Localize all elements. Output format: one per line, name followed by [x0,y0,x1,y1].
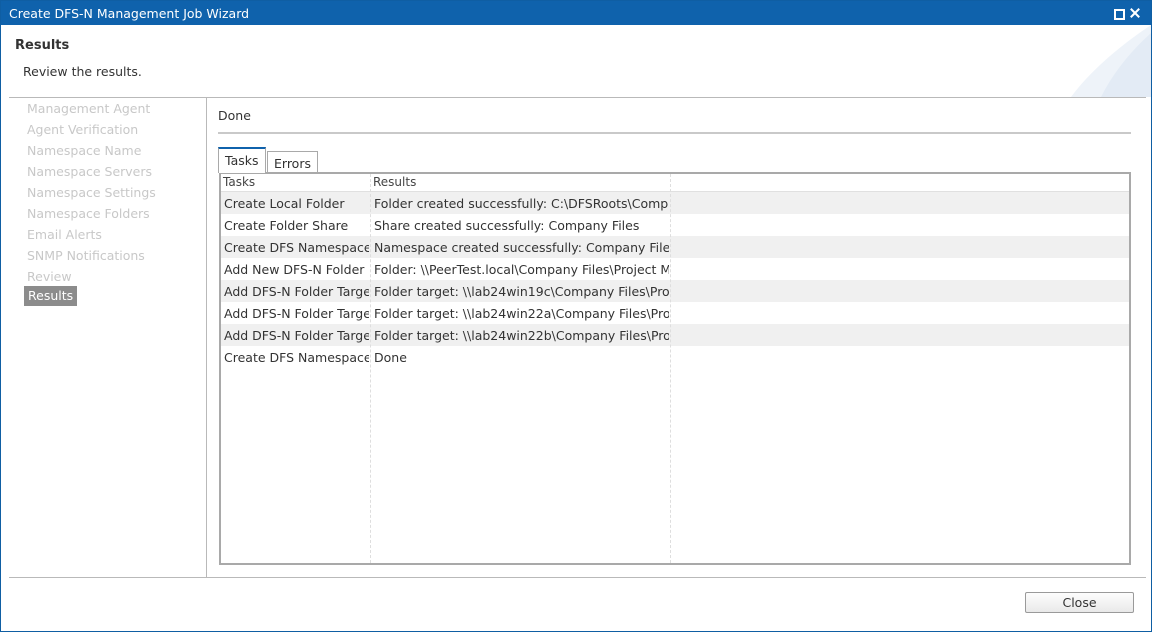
task-cell: Add DFS-N Folder Target [224,284,369,299]
result-cell: Share created successfully: Company File… [374,218,640,233]
table-row[interactable]: Add DFS-N Folder Target Folder target: \… [221,302,1129,324]
wizard-steps: Management Agent Agent Verification Name… [9,98,207,577]
maximize-icon[interactable] [1111,5,1127,21]
wizard-header: Results Review the results. [1,25,1151,97]
page-subtitle: Review the results. [23,64,142,79]
table-row[interactable]: Create Folder Share Share created succes… [221,214,1129,236]
table-row[interactable]: Create Local Folder Folder created succe… [221,192,1129,214]
task-cell: Add New DFS-N Folder [224,262,365,277]
result-cell: Folder target: \\lab24win22b\Company Fil… [374,328,669,343]
column-divider[interactable] [370,174,371,563]
table-row[interactable]: Add DFS-N Folder Target Folder target: \… [221,280,1129,302]
result-cell: Folder target: \\lab24win19c\Company Fil… [374,284,669,299]
table-row[interactable]: Add DFS-N Folder Target Folder target: \… [221,324,1129,346]
table-row[interactable]: Create DFS Namespace Namespace created s… [221,236,1129,258]
results-panel: Done Tasks Errors Tasks Results Create L… [208,98,1146,577]
step-results[interactable]: Results [24,286,78,306]
wizard-window: Create DFS-N Management Job Wizard Resul… [0,0,1152,632]
task-cell: Create DFS Namespace [224,240,369,255]
status-text: Done [218,108,251,123]
tasks-table: Tasks Results Create Local Folder Folder… [219,172,1131,565]
column-header-tasks[interactable]: Tasks [223,175,255,189]
task-cell: Add DFS-N Folder Target [224,306,369,321]
result-cell: Namespace created successfully: Company … [374,240,669,255]
result-cell: Folder: \\PeerTest.local\Company Files\P… [374,262,669,277]
divider [9,577,1146,578]
step-namespace-name[interactable]: Namespace Name [27,143,141,158]
title-bar[interactable]: Create DFS-N Management Job Wizard [1,1,1151,25]
step-management-agent[interactable]: Management Agent [27,101,150,116]
result-cell: Folder created successfully: C:\DFSRoots… [374,196,669,211]
result-cell: Done [374,350,407,365]
step-namespace-folders[interactable]: Namespace Folders [27,206,150,221]
table-header: Tasks Results [221,174,1129,192]
step-review[interactable]: Review [27,269,72,284]
task-cell: Create DFS Namespace [224,350,369,365]
column-header-results[interactable]: Results [373,175,416,189]
status-divider [218,132,1131,134]
column-divider[interactable] [670,174,671,563]
close-icon[interactable] [1127,5,1143,21]
step-namespace-settings[interactable]: Namespace Settings [27,185,156,200]
close-button[interactable]: Close [1025,592,1134,613]
result-cell: Folder target: \\lab24win22a\Company Fil… [374,306,669,321]
table-row[interactable]: Add New DFS-N Folder Folder: \\PeerTest.… [221,258,1129,280]
task-cell: Add DFS-N Folder Target [224,328,369,343]
tab-errors[interactable]: Errors [267,151,318,173]
header-decoration [1071,25,1151,97]
window-title: Create DFS-N Management Job Wizard [9,6,250,21]
step-snmp-notifications[interactable]: SNMP Notifications [27,248,145,263]
step-email-alerts[interactable]: Email Alerts [27,227,102,242]
task-cell: Create Folder Share [224,218,349,233]
step-namespace-servers[interactable]: Namespace Servers [27,164,152,179]
table-row[interactable]: Create DFS Namespace Done [221,346,1129,368]
page-title: Results [15,38,70,53]
tab-tasks[interactable]: Tasks [218,147,266,173]
task-cell: Create Local Folder [224,196,345,211]
step-agent-verification[interactable]: Agent Verification [27,122,138,137]
